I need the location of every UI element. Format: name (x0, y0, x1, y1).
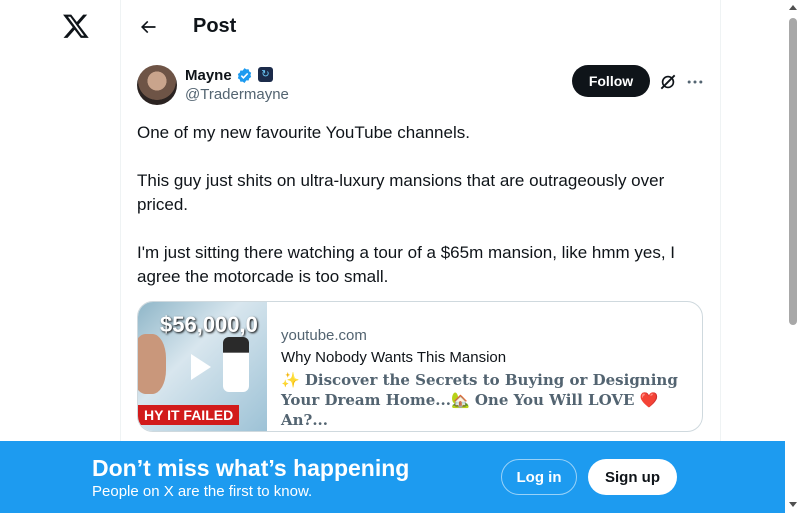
follow-button[interactable]: Follow (572, 65, 650, 97)
more-icon[interactable] (685, 72, 705, 92)
login-button[interactable]: Log in (501, 459, 577, 495)
video-thumbnail[interactable]: $56,000,0 HY IT FAILED (138, 302, 267, 431)
tweet-text: One of my new favourite YouTube channels… (137, 121, 702, 313)
scroll-down-icon[interactable] (789, 502, 797, 507)
verified-badge-icon (237, 68, 252, 83)
thumbnail-caption: HY IT FAILED (138, 405, 240, 425)
tweet-paragraph: One of my new favourite YouTube channels… (137, 123, 470, 142)
author-handle[interactable]: @Tradermayne (185, 86, 289, 103)
card-title: Why Nobody Wants This Mansion (281, 349, 507, 366)
card-domain: youtube.com (281, 327, 367, 344)
affiliate-badge-icon: ↻ (258, 67, 273, 82)
play-icon[interactable] (191, 354, 211, 380)
grok-icon[interactable] (658, 72, 678, 92)
thumbnail-face (138, 334, 166, 394)
card-description: ✨ Discover the Secrets to Buying or Desi… (281, 371, 678, 429)
author-name[interactable]: Mayne (185, 67, 232, 84)
scroll-up-icon[interactable] (789, 5, 797, 10)
thumbnail-person (223, 337, 249, 392)
tweet-paragraph: I'm just sitting there watching a tour o… (137, 243, 676, 286)
avatar[interactable] (137, 65, 177, 105)
back-arrow-icon[interactable] (138, 17, 158, 37)
link-card[interactable]: $56,000,0 HY IT FAILED youtube.com Why N… (137, 301, 703, 432)
signup-banner: Don’t miss what’s happening People on X … (0, 441, 785, 513)
signup-button[interactable]: Sign up (588, 459, 677, 495)
tweet-paragraph: This guy just shits on ultra-luxury mans… (137, 171, 665, 214)
thumbnail-price-text: $56,000,0 (160, 312, 258, 337)
scrollbar-thumb[interactable] (789, 18, 797, 325)
page-title: Post (193, 15, 237, 37)
banner-title: Don’t miss what’s happening (92, 455, 410, 481)
x-logo-icon[interactable] (62, 12, 90, 40)
banner-subtitle: People on X are the first to know. (92, 483, 313, 500)
